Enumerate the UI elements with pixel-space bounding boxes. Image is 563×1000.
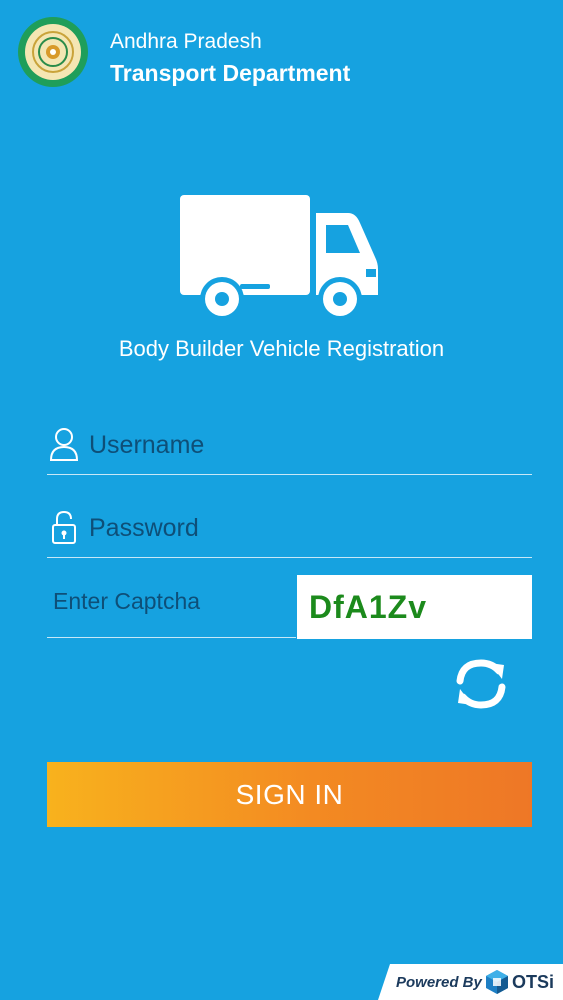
truck-icon	[180, 195, 378, 321]
username-input[interactable]	[87, 424, 531, 466]
sign-in-button[interactable]: SIGN IN	[47, 762, 532, 827]
otsi-brand: OTSi	[512, 972, 555, 992]
department-name: Transport Department	[110, 60, 351, 86]
captcha-image: DfA1Zv	[297, 575, 532, 639]
captcha-input[interactable]	[47, 575, 296, 638]
app-header: Andhra Pradesh Transport Department	[0, 0, 563, 110]
state-name: Andhra Pradesh	[110, 30, 262, 53]
lock-icon	[52, 510, 76, 544]
state-emblem-icon	[18, 17, 88, 87]
app-title: Body Builder Vehicle Registration	[118, 336, 445, 361]
username-field	[47, 424, 532, 475]
password-field	[47, 507, 532, 558]
powered-by-label: Powered By	[396, 974, 482, 991]
password-input[interactable]	[87, 507, 531, 549]
user-icon	[49, 428, 79, 461]
captcha-row: DfA1Zv	[47, 575, 532, 639]
refresh-icon[interactable]	[452, 655, 510, 713]
powered-by-badge: Powered By OTSi	[378, 964, 563, 1000]
otsi-logo-icon	[486, 970, 508, 994]
